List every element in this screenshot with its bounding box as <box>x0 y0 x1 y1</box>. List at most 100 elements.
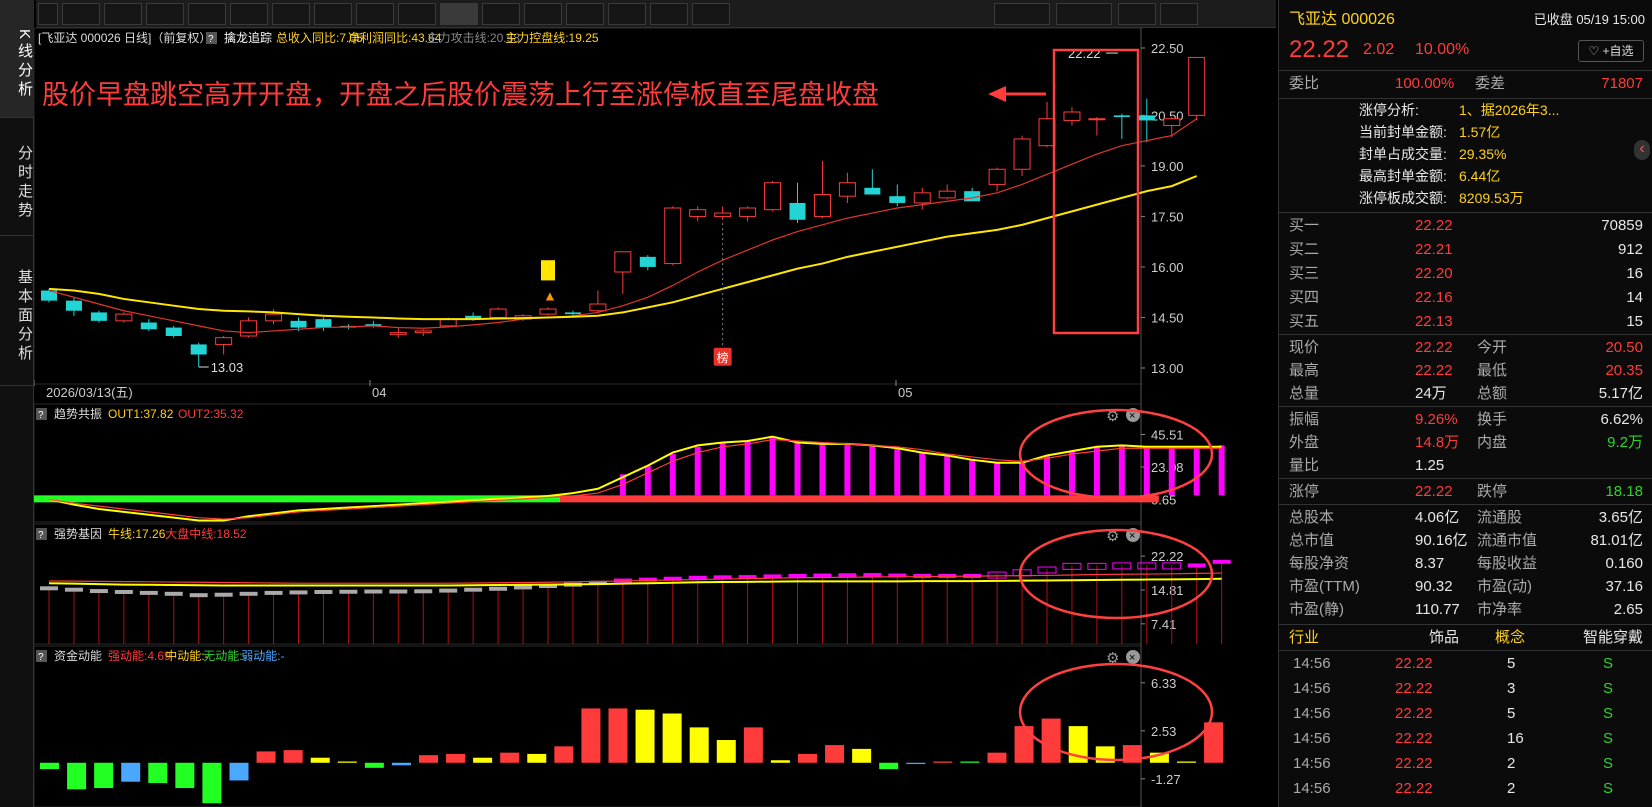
sep-8 <box>1279 650 1652 651</box>
candle[interactable] <box>315 319 332 328</box>
candle[interactable] <box>1138 115 1155 121</box>
candle[interactable] <box>240 320 258 337</box>
panel-tick-label-1-0: 45.51 <box>1151 427 1184 442</box>
fund-bar <box>689 727 709 763</box>
candle[interactable] <box>539 308 557 315</box>
candle[interactable] <box>988 168 1006 185</box>
tick-row-1-cell-1: 22.22 <box>1395 680 1433 697</box>
toolbar-button-13[interactable] <box>608 3 646 25</box>
candle[interactable] <box>414 330 432 334</box>
candle[interactable] <box>864 187 881 195</box>
date-label-0: 2026/03/13(五) <box>46 385 133 400</box>
candle[interactable] <box>664 207 682 265</box>
toolbar-button-14[interactable] <box>650 3 688 25</box>
tick-row-5-cell-1: 22.22 <box>1395 780 1433 797</box>
toolbar-button-5[interactable] <box>272 3 310 25</box>
candle[interactable] <box>489 308 507 318</box>
bid-row-0-cell-2: 70859 <box>1601 217 1643 234</box>
tick-row-4-cell-0: 14:56 <box>1293 755 1331 772</box>
candle[interactable] <box>290 320 307 328</box>
candle[interactable] <box>1063 111 1081 121</box>
candle[interactable] <box>889 196 906 203</box>
tick-row-0-cell-3: S <box>1602 655 1613 672</box>
trend-bar <box>1044 455 1050 496</box>
fund-bar <box>418 755 438 763</box>
candle[interactable] <box>714 212 732 217</box>
watchlist-button[interactable]: ♡ +自选 <box>1578 40 1644 62</box>
toolbar-button-10[interactable] <box>482 3 520 25</box>
toolbar-button-7[interactable] <box>356 3 394 25</box>
toolbar-button-3[interactable] <box>188 3 226 25</box>
candle[interactable] <box>689 209 707 217</box>
candle[interactable] <box>614 251 632 273</box>
side-tab-intraday[interactable]: 分时走势 <box>0 118 34 236</box>
limit-analysis-0-cell-0: 涨停分析: <box>1359 102 1419 118</box>
toolbar-right-button-2[interactable] <box>1118 3 1156 25</box>
candle[interactable] <box>140 322 157 330</box>
candle[interactable] <box>639 256 656 267</box>
limit-analysis-3-cell-0: 最高封单金额: <box>1359 168 1447 184</box>
toolbar-button-2[interactable] <box>146 3 184 25</box>
stats1-row-0-cell-1: 22.22 <box>1415 339 1453 356</box>
candle[interactable] <box>1188 56 1206 116</box>
candle[interactable] <box>813 194 831 217</box>
candle[interactable] <box>165 327 182 336</box>
toolbar-button-6[interactable] <box>314 3 352 25</box>
gene-block <box>339 589 358 594</box>
candle[interactable] <box>190 344 207 355</box>
candle[interactable] <box>838 182 856 197</box>
bid-row-3: 买四 22.16 14 <box>1279 286 1652 310</box>
candle[interactable] <box>789 202 806 220</box>
fund-bar <box>933 761 953 763</box>
toolbar-button-12[interactable] <box>566 3 604 25</box>
candle[interactable] <box>1088 118 1106 121</box>
toolbar-button-1[interactable] <box>104 3 142 25</box>
candle[interactable] <box>739 207 757 217</box>
candle[interactable] <box>564 312 581 315</box>
collapse-arrow-icon[interactable]: ‹ <box>1634 140 1650 160</box>
tick-row-2: 14:56 22.22 5 S <box>1279 702 1652 726</box>
candle[interactable] <box>938 190 956 199</box>
bid-row-2-cell-0: 买三 <box>1289 265 1320 282</box>
toolbar-button-11[interactable] <box>524 3 562 25</box>
chart-area[interactable]: [飞亚达 000026 日线]（前复权）? 擒龙追踪 总收入同比:7.05 净利润同比… <box>34 28 1276 807</box>
candle[interactable] <box>215 337 233 345</box>
toolbar-right-button-3[interactable] <box>1160 3 1198 25</box>
tick-row-2-cell-1: 22.22 <box>1395 705 1433 722</box>
limit-row-cell-3: 18.18 <box>1605 483 1643 500</box>
candle[interactable] <box>265 313 283 322</box>
back-icon[interactable] <box>38 3 58 25</box>
wei-row-cell-3: 71807 <box>1601 75 1643 92</box>
panel-legend-3-3: 弱动能:- <box>241 649 284 663</box>
toolbar-right-button-0[interactable] <box>994 3 1050 25</box>
candle[interactable] <box>115 313 133 322</box>
stats3-row-0: 总股本 4.06亿 流通股 3.65亿 <box>1279 506 1652 530</box>
candle[interactable] <box>589 303 607 312</box>
candle[interactable] <box>764 182 782 211</box>
trend-bar <box>1118 445 1125 496</box>
toolbar-right-button-1[interactable] <box>1056 3 1112 25</box>
candle[interactable] <box>389 332 407 335</box>
candle[interactable] <box>65 300 82 311</box>
candle[interactable] <box>1013 138 1031 170</box>
sep-2 <box>1279 212 1652 213</box>
stats1-row-2-cell-0: 总量 <box>1289 385 1320 402</box>
bid-row-1-cell-0: 买二 <box>1289 241 1320 258</box>
candle[interactable] <box>439 318 457 327</box>
candle[interactable] <box>90 312 107 321</box>
industry-row-cell-2: 概念 <box>1495 629 1526 646</box>
gene-block <box>1187 563 1206 568</box>
toolbar-button-0[interactable] <box>62 3 100 25</box>
candle[interactable] <box>1163 118 1181 126</box>
candle[interactable] <box>1113 115 1130 118</box>
chart-canvas[interactable]: [飞亚达 000026 日线]（前复权）? 擒龙追踪 总收入同比:7.05净利润同比… <box>34 28 1276 807</box>
toolbar-button-4[interactable] <box>230 3 268 25</box>
candle[interactable] <box>913 192 931 204</box>
toolbar-button-9[interactable] <box>440 3 478 25</box>
side-tab-fundamental[interactable]: 基本面分析 <box>0 236 34 386</box>
panel-help-label-1: ? <box>38 410 44 421</box>
toolbar-button-15[interactable] <box>692 3 730 25</box>
toolbar-button-8[interactable] <box>398 3 436 25</box>
candle[interactable] <box>1038 118 1056 147</box>
side-tab-k-line[interactable]: K线分析 <box>0 0 34 118</box>
